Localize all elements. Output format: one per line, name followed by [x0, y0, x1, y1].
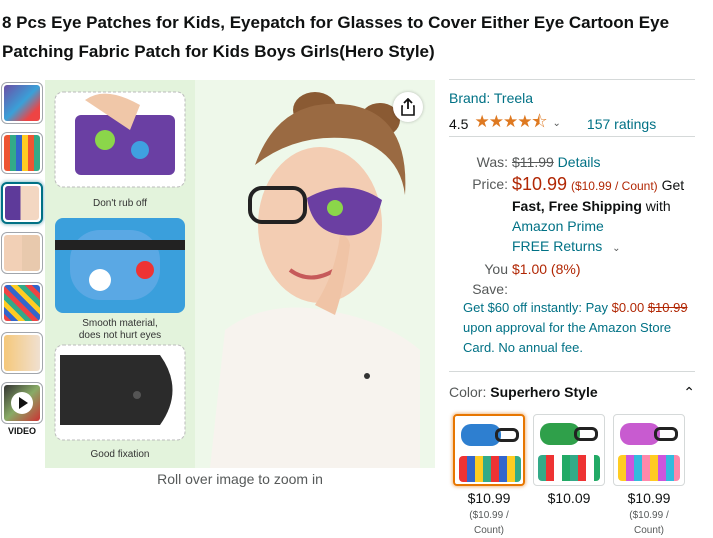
price-block: Was: $11.99 Details Price: $10.99 ($10.9… [449, 152, 699, 299]
divider-color [449, 371, 695, 372]
swatch-image [453, 414, 525, 486]
divider-rating [449, 136, 695, 137]
thumbnail-4[interactable] [1, 232, 43, 274]
color-value: Superhero Style [490, 384, 598, 400]
share-button[interactable] [393, 92, 423, 122]
swatch-price: $10.09 [547, 490, 591, 506]
swatch-price: $10.99 [627, 490, 671, 506]
video-label: VIDEO [7, 426, 36, 436]
thumbnail-2[interactable] [1, 132, 43, 174]
thumbnail-6[interactable] [1, 332, 43, 374]
swatch-2[interactable]: $10.09 [533, 414, 605, 538]
product-photo-illustration: Don't rub off Smooth material, does not … [45, 80, 435, 468]
swatch-superhero[interactable]: $10.99 ($10.99 / Count) [453, 414, 525, 538]
color-selector-header[interactable]: Color: Superhero Style ⌃ [449, 384, 695, 401]
divider-top [449, 79, 695, 80]
you-save-label: You Save: [472, 261, 508, 297]
shipping-text: Fast, Free Shipping [512, 198, 642, 214]
card-offer-text-1: Get $60 off instantly: Pay [463, 300, 609, 315]
zoom-hint: Roll over image to zoom in [157, 471, 323, 487]
swatch-image [533, 414, 605, 486]
caption-dont-rub-off: Don't rub off [93, 198, 147, 209]
main-product-image[interactable]: Don't rub off Smooth material, does not … [45, 80, 435, 468]
card-offer-strike: $10.99 [647, 300, 688, 315]
color-label: Color: [449, 384, 487, 400]
swatch-unit: ($10.99 / Count) [469, 510, 509, 536]
chevron-down-icon[interactable]: ⌄ [553, 118, 561, 129]
brand-link[interactable]: Brand: Treela [449, 90, 533, 106]
swatch-3[interactable]: $10.99 ($10.99 / Count) [613, 414, 685, 538]
product-title: 8 Pcs Eye Patches for Kids, Eyepatch for… [2, 13, 670, 61]
price-value: $10.99 [512, 174, 568, 194]
details-link[interactable]: Details [558, 154, 601, 170]
thumbnail-5[interactable] [1, 282, 43, 324]
with-text: with [645, 198, 671, 214]
returns-chevron-icon[interactable]: ⌄ [612, 243, 620, 254]
thumbnail-3[interactable] [1, 182, 43, 224]
star-rating-icon[interactable]: ★★★★⯪ [474, 109, 547, 138]
card-offer-text-2: upon approval for the Amazon Store Card.… [463, 320, 672, 355]
price-label: Price: [472, 176, 508, 192]
was-label: Was: [476, 154, 508, 170]
was-price: $11.99 [512, 154, 554, 170]
swatch-unit: ($10.99 / Count) [629, 510, 669, 536]
free-returns-link[interactable]: FREE Returns [512, 238, 602, 254]
store-card-offer[interactable]: Get $60 off instantly: Pay $0.00 $10.99 … [463, 298, 693, 358]
caption-smooth-material-line-2: does not hurt eyes [79, 330, 161, 341]
caption-good-fixation: Good fixation [91, 449, 150, 460]
you-save-value: $1.00 (8%) [512, 261, 581, 277]
swatch-price: $10.99 [467, 490, 511, 506]
play-icon [11, 392, 33, 414]
rating-value: 4.5 [449, 115, 469, 132]
thumbnail-strip: VIDEO [1, 82, 43, 436]
chevron-up-icon[interactable]: ⌃ [683, 384, 695, 401]
swatch-image [613, 414, 685, 486]
card-offer-pay: $0.00 [611, 300, 645, 315]
share-icon [401, 98, 415, 116]
video-thumbnail[interactable] [1, 382, 43, 424]
color-swatches: $10.99 ($10.99 / Count) $10.09 $10.99 ($… [453, 414, 685, 538]
thumbnail-1[interactable] [1, 82, 43, 124]
get-text: Get [661, 177, 685, 193]
price-unit: ($10.99 / Count) [570, 179, 658, 193]
caption-smooth-material-line-1: Smooth material, [82, 318, 158, 329]
ratings-count-link[interactable]: 157 ratings [587, 116, 656, 132]
prime-link[interactable]: Amazon Prime [512, 218, 604, 234]
rating-row: 4.5 ★★★★⯪ ⌄ 157 ratings [449, 109, 695, 138]
